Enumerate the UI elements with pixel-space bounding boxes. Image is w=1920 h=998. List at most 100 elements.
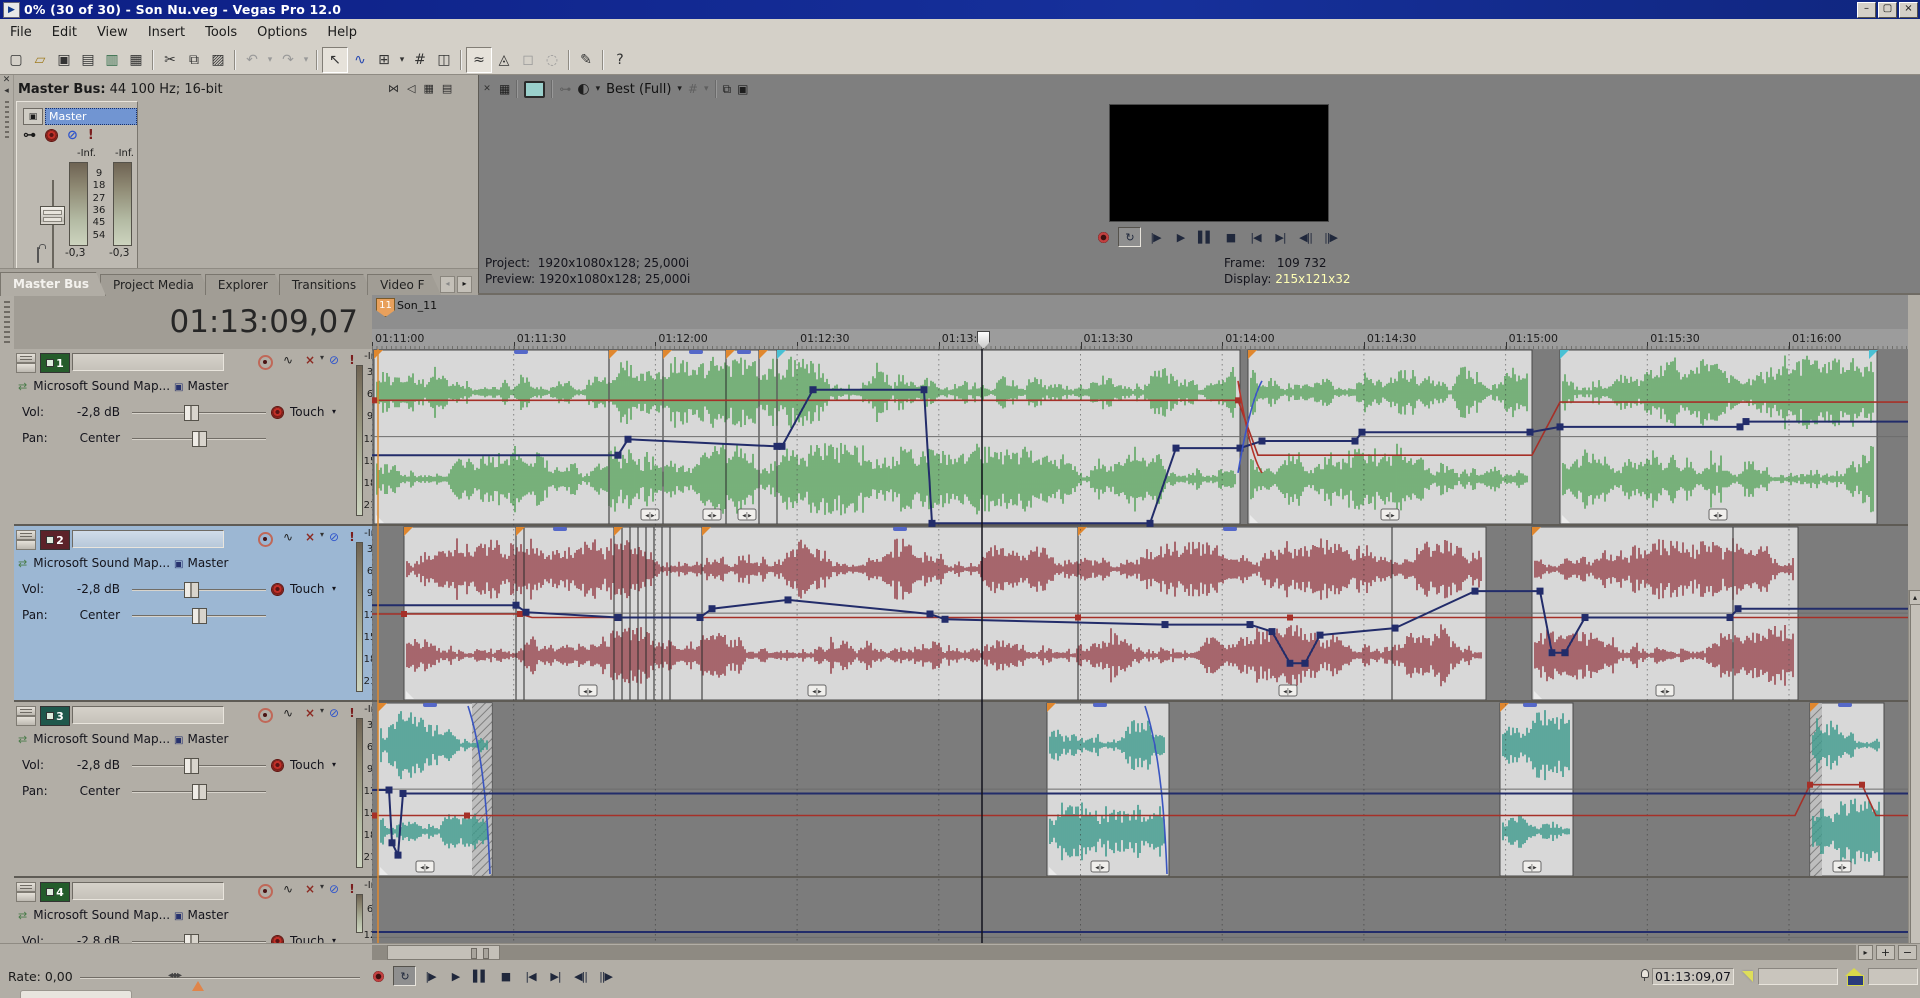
pane-grip[interactable]: ✕ ◂	[0, 75, 14, 295]
envelope-node[interactable]	[1737, 423, 1744, 430]
play-button[interactable]: ▶	[445, 967, 466, 985]
track-lane-2[interactable]: ◂|▸◂|▸◂|▸◂|▸	[372, 526, 1908, 702]
go-to-end-button[interactable]: ▶|	[1270, 228, 1291, 246]
vscroll-thumb[interactable]	[1910, 604, 1920, 943]
track-meter[interactable]: -Inf.612	[356, 880, 372, 943]
cursor-position-field[interactable]: 01:13:09,07	[1652, 968, 1734, 985]
track-meter[interactable]: -Inf.36912151821	[356, 351, 372, 520]
track-header-1[interactable]: 1∿×▾⊘!⇄Microsoft Sound Map...▣MasterVol:…	[14, 349, 372, 526]
pause-button[interactable]: ▌▌	[1195, 228, 1216, 246]
track-header-2[interactable]: 2∿×▾⊘!⇄Microsoft Sound Map...▣MasterVol:…	[14, 526, 372, 702]
envelope-node[interactable]	[625, 436, 632, 443]
envelope-node[interactable]	[615, 452, 622, 459]
event-handle[interactable]: ◂|▸	[416, 861, 434, 872]
volume-slider[interactable]	[132, 589, 266, 591]
cursor-handle[interactable]	[977, 331, 990, 349]
envelope-gear-icon[interactable]	[272, 760, 283, 771]
envelope-gear-icon[interactable]	[272, 584, 283, 595]
minimize-button[interactable]: –	[1857, 2, 1876, 18]
solo-button[interactable]: ⊘	[326, 353, 342, 367]
volume-slider-handle[interactable]	[184, 934, 199, 943]
event-handle[interactable]: ◂|▸	[1091, 861, 1109, 872]
horizontal-scrollbar[interactable]: ◂ ▸ + −	[0, 943, 1920, 961]
envelope-node[interactable]	[395, 852, 402, 859]
menu-options[interactable]: Options	[247, 21, 317, 44]
title-bar[interactable]: ▶ 0% (30 of 30) - Son Nu.veg - Vegas Pro…	[0, 0, 1920, 19]
event-handle[interactable]: ◂|▸	[1709, 509, 1727, 520]
track-header-4[interactable]: 4∿×▾⊘!⇄Microsoft Sound Map...▣MasterVol:…	[14, 878, 372, 943]
envelope-node[interactable]	[1472, 588, 1479, 595]
whats-this-help-button[interactable]: ?	[608, 48, 632, 72]
lock-icon[interactable]	[37, 247, 39, 263]
event-handle[interactable]: ◂|▸	[738, 509, 756, 520]
track-number-chip[interactable]: 4	[40, 882, 70, 902]
menu-file[interactable]: File	[0, 21, 42, 44]
overlays-grid-icon[interactable]: #	[688, 82, 698, 96]
track-minimize-button[interactable]	[16, 882, 36, 892]
tab-video-f[interactable]: Video F	[367, 274, 441, 296]
loop-playback-button[interactable]: ↻	[393, 966, 416, 986]
envelope-node[interactable]	[1735, 605, 1742, 612]
envelope-node[interactable]	[1807, 782, 1813, 788]
downmix-output-icon[interactable]: ⋈	[388, 82, 399, 95]
redo-dropdown-button[interactable]: ▾	[300, 48, 312, 72]
track-restore-button[interactable]	[16, 892, 36, 902]
envelope-node[interactable]	[1727, 614, 1734, 621]
envelope-edit-tool-button[interactable]: ∿	[348, 48, 372, 72]
insert-fx-icon[interactable]: ⊶	[23, 128, 36, 143]
envelope-node[interactable]	[697, 614, 704, 621]
zoom-out-button[interactable]: −	[1898, 945, 1917, 960]
selection-end-field[interactable]	[1868, 968, 1918, 985]
envelope-node[interactable]	[372, 813, 377, 819]
video-output-fx-icon[interactable]: ◐	[577, 81, 589, 97]
track-envelope-icon[interactable]: ∿	[280, 530, 296, 544]
envelope-node[interactable]	[517, 611, 523, 617]
track-lane-4[interactable]	[372, 878, 1908, 943]
track-name-field[interactable]	[72, 706, 224, 724]
bus-assign-icon[interactable]: ▣	[174, 382, 183, 393]
tab-explorer[interactable]: Explorer	[205, 274, 285, 296]
automation-dropdown-icon[interactable]: ▾	[332, 760, 336, 769]
dropdown-icon[interactable]: ▾	[596, 84, 601, 94]
previous-frame-button[interactable]: ◀||	[1295, 228, 1316, 246]
envelope-node[interactable]	[1075, 615, 1081, 621]
track-lane-1[interactable]: ◂|▸◂|▸◂|▸◂|▸◂|▸	[372, 349, 1908, 526]
menu-tools[interactable]: Tools	[195, 21, 247, 44]
automation-mode[interactable]: Touch	[290, 758, 324, 772]
selectively-prerender-video-button[interactable]: ✎	[574, 48, 598, 72]
copy-button[interactable]: ⧉	[182, 48, 206, 72]
paste-button[interactable]: ▨	[206, 48, 230, 72]
envelope-node[interactable]	[1287, 615, 1293, 621]
pan-slider[interactable]	[132, 791, 266, 793]
event-handle[interactable]: ◂|▸	[579, 685, 597, 696]
go-to-start-button[interactable]: |◀	[520, 967, 541, 985]
envelope-node[interactable]	[1147, 520, 1154, 527]
envelope-node[interactable]	[1317, 632, 1324, 639]
envelope-node[interactable]	[386, 787, 393, 794]
envelope-gear-icon[interactable]	[272, 407, 283, 418]
event-handle[interactable]: ◂|▸	[1381, 509, 1399, 520]
envelope-node[interactable]	[785, 596, 792, 603]
envelope-node[interactable]	[942, 616, 949, 623]
envelope-node[interactable]	[1549, 649, 1556, 656]
save-project-button[interactable]: ▣	[52, 48, 76, 72]
automation-dropdown-icon[interactable]: ▾	[332, 936, 336, 943]
automation-dropdown-icon[interactable]: ▾	[332, 584, 336, 593]
menu-help[interactable]: Help	[317, 21, 367, 44]
zoom-in-button[interactable]: +	[1876, 945, 1895, 960]
envelope-node[interactable]	[929, 520, 936, 527]
selection-edit-tool-button[interactable]: ⊞	[372, 48, 396, 72]
pan-slider-handle[interactable]	[192, 608, 207, 624]
envelope-node[interactable]	[464, 813, 470, 819]
edit-details-icon[interactable]: ▦	[499, 82, 510, 96]
track-number-chip[interactable]: 1	[40, 353, 70, 373]
record-button[interactable]	[1093, 228, 1114, 246]
edit-details-button[interactable]: ▦	[124, 48, 148, 72]
event-handle[interactable]: ◂|▸	[641, 509, 659, 520]
event-handle[interactable]: ◂|▸	[1833, 861, 1851, 872]
envelope-node[interactable]	[389, 839, 396, 846]
envelope-node[interactable]	[372, 397, 377, 403]
hscroll-thumb[interactable]	[387, 945, 500, 960]
rate-slider-handle[interactable]: ◂◂▸▸	[168, 970, 180, 981]
track-header-3[interactable]: 3∿×▾⊘!⇄Microsoft Sound Map...▣MasterVol:…	[14, 702, 372, 878]
